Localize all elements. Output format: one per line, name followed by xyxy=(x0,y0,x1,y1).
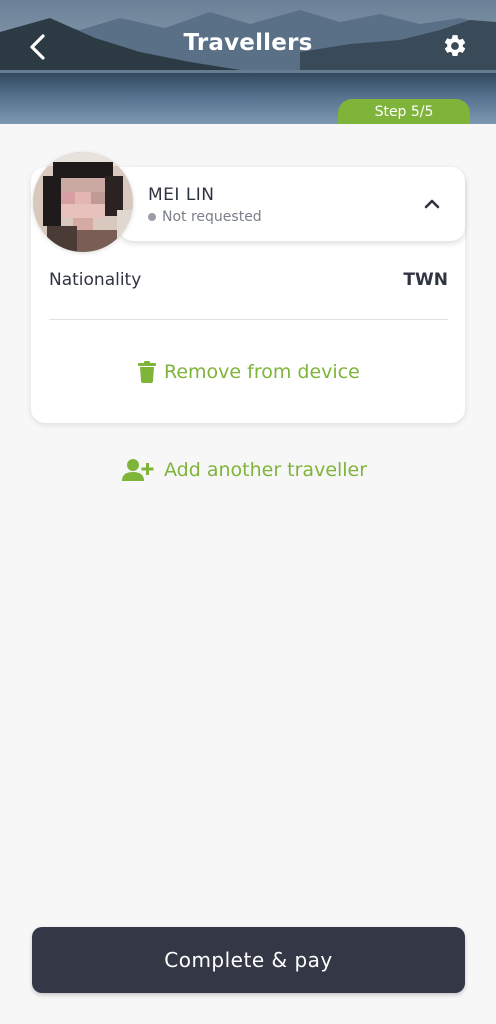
avatar-image xyxy=(33,152,133,252)
nationality-value: TWN xyxy=(403,270,448,290)
status-text: Not requested xyxy=(162,209,262,225)
step-badge: Step 5/5 xyxy=(338,99,470,124)
page-title: Travellers xyxy=(183,30,313,56)
remove-from-device-button[interactable]: Remove from device xyxy=(138,361,360,383)
add-traveller-button[interactable]: Add another traveller xyxy=(122,458,367,482)
traveller-name: MEI LIN xyxy=(148,185,215,205)
avatar xyxy=(33,152,133,252)
trash-icon xyxy=(138,361,156,383)
add-user-icon xyxy=(122,459,154,481)
settings-button[interactable] xyxy=(440,31,470,61)
gear-icon xyxy=(444,35,466,56)
status-dot xyxy=(148,213,156,221)
divider xyxy=(49,319,448,320)
nationality-label: Nationality xyxy=(49,270,142,290)
complete-and-pay-button[interactable]: Complete & pay xyxy=(32,927,465,993)
traveller-status: Not requested xyxy=(148,209,262,225)
chevron-up-icon xyxy=(424,199,440,209)
add-label: Add another traveller xyxy=(164,459,368,481)
remove-label: Remove from device xyxy=(164,361,360,383)
collapse-button[interactable] xyxy=(418,190,446,218)
header-banner: Travellers Step 5/5 xyxy=(0,0,496,124)
